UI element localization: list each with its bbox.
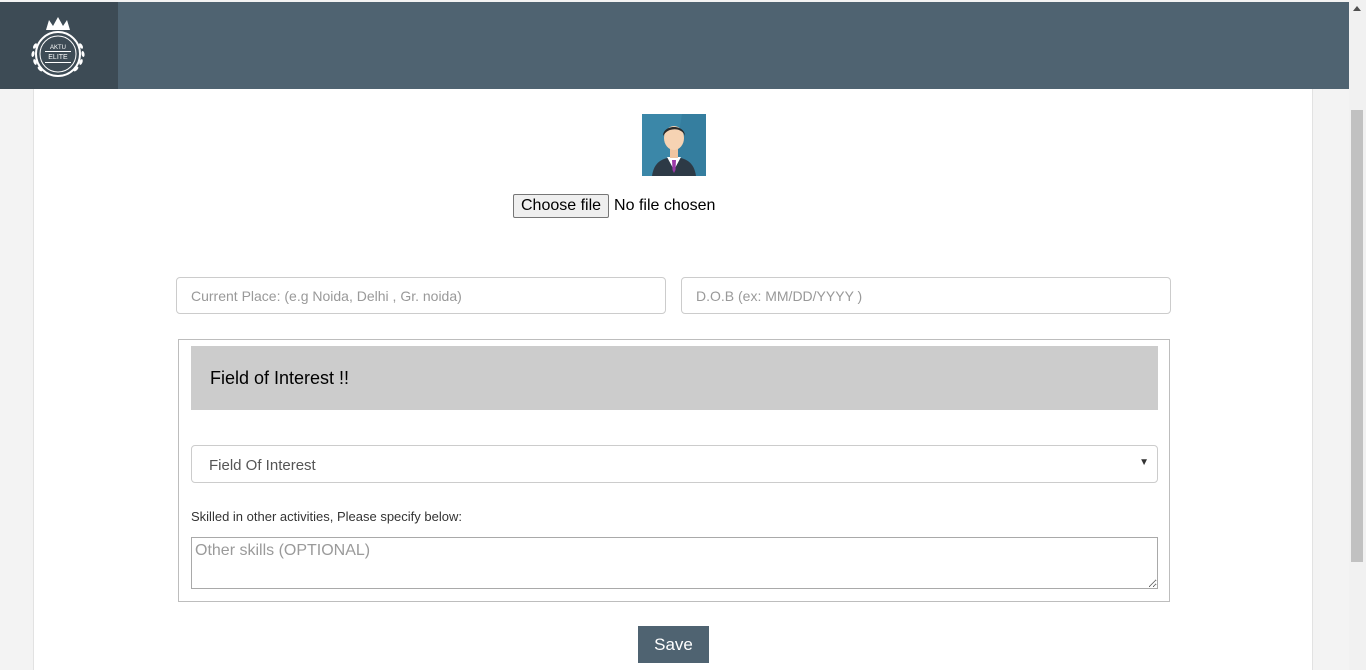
dob-input[interactable] (681, 277, 1171, 314)
panel-title: Field of Interest !! (210, 368, 350, 388)
chevron-down-icon: ▼ (1139, 457, 1149, 468)
field-of-interest-select[interactable]: Field Of Interest ▼ (191, 445, 1158, 483)
user-avatar-icon (642, 114, 706, 176)
other-skills-textarea[interactable] (191, 537, 1158, 589)
scroll-thumb[interactable] (1351, 110, 1363, 562)
aktu-elite-logo: AKTU ELITE (31, 17, 85, 77)
svg-text:AKTU: AKTU (50, 45, 66, 51)
field-of-interest-panel: Field of Interest !! Field Of Interest ▼… (178, 339, 1170, 602)
choose-file-button[interactable]: Choose file (513, 194, 610, 218)
save-button[interactable]: Save (638, 626, 709, 663)
svg-text:ELITE: ELITE (48, 54, 68, 61)
file-upload-row: Choose file No file chosen (513, 194, 715, 218)
scroll-up-arrow-icon[interactable] (1353, 6, 1361, 11)
other-skills-label: Skilled in other activities, Please spec… (191, 509, 462, 524)
page-scrollbar[interactable] (1349, 0, 1366, 670)
file-status-text: No file chosen (614, 197, 716, 214)
current-place-input[interactable] (176, 277, 666, 314)
panel-header: Field of Interest !! (191, 346, 1158, 410)
select-value: Field Of Interest (209, 457, 316, 474)
top-navbar: AKTU ELITE (0, 2, 1349, 89)
profile-form-card: Choose file No file chosen Field of Inte… (33, 89, 1313, 670)
logo-container[interactable]: AKTU ELITE (0, 2, 118, 89)
